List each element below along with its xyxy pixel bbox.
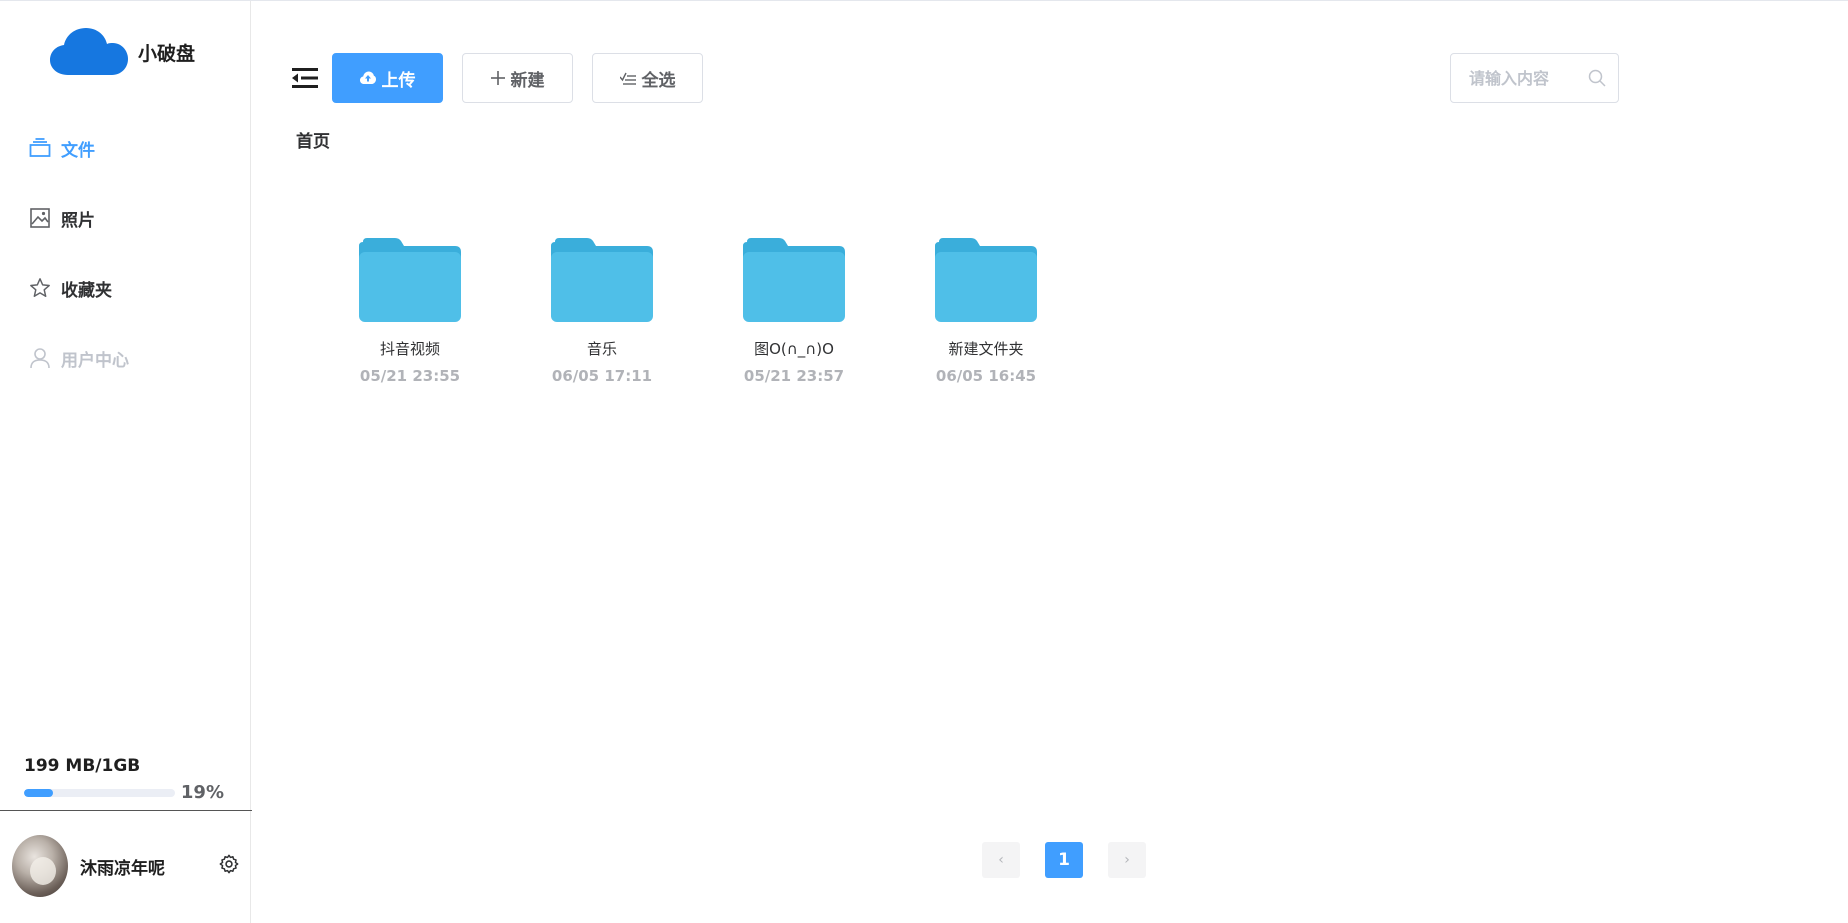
- sidebar-item-files[interactable]: 文件: [0, 113, 250, 183]
- sidebar-nav: 文件 照片 收藏夹 用户中心: [0, 113, 250, 393]
- app-window: 小破盘 文件 照片 收藏夹 用户中心 199 MB/1GB 19% 沐雨凉年呢 …: [0, 0, 1848, 923]
- page-number-button[interactable]: 1: [1045, 842, 1083, 878]
- storage-bar-row: 19%: [24, 782, 224, 803]
- storage-progress-bar: [24, 788, 175, 797]
- file-date: 06/05 16:45: [935, 367, 1037, 385]
- avatar[interactable]: [12, 835, 68, 897]
- star-icon: [29, 277, 51, 299]
- file-date: 05/21 23:57: [743, 367, 845, 385]
- select-all-button[interactable]: 全选: [592, 53, 703, 103]
- file-date: 06/05 17:11: [551, 367, 653, 385]
- new-button[interactable]: 新建: [462, 53, 573, 103]
- folder-icon: [935, 238, 1037, 322]
- main-content: 上传 新建 全选 首页 抖音: [252, 1, 1848, 923]
- folder-item[interactable]: 抖音视频 05/21 23:55: [314, 238, 506, 385]
- pagination: ‹ 1 ›: [982, 842, 1171, 878]
- search-input[interactable]: [1469, 68, 1579, 88]
- folder-icon: [551, 238, 653, 322]
- file-grid: 抖音视频 05/21 23:55 音乐 06/05 17:11 图O(∩_∩)O…: [314, 238, 1082, 385]
- search-box: [1450, 53, 1619, 103]
- sidebar-item-label: 用户中心: [61, 350, 129, 371]
- menu-fold-icon[interactable]: [292, 65, 318, 91]
- file-name: 抖音视频: [379, 340, 440, 358]
- upload-button[interactable]: 上传: [332, 53, 443, 103]
- storage-text: 199 MB/1GB: [24, 756, 141, 776]
- file-name: 新建文件夹: [948, 340, 1024, 358]
- folder-icon: [743, 238, 845, 322]
- next-page-button[interactable]: ›: [1108, 842, 1146, 878]
- breadcrumb-home[interactable]: 首页: [296, 132, 330, 152]
- sidebar-item-photos[interactable]: 照片: [0, 183, 250, 253]
- sidebar-item-user-center[interactable]: 用户中心: [0, 323, 250, 393]
- prev-page-button[interactable]: ‹: [982, 842, 1020, 878]
- select-all-label: 全选: [641, 70, 676, 91]
- chevron-right-icon: ›: [1124, 852, 1130, 868]
- app-title: 小破盘: [138, 42, 196, 65]
- plus-icon: [490, 71, 505, 85]
- cloud-upload-icon: [359, 71, 376, 85]
- storage-percent: 19%: [180, 782, 224, 803]
- file-stack-icon: [29, 137, 51, 159]
- upload-label: 上传: [381, 70, 416, 91]
- sidebar: 小破盘 文件 照片 收藏夹 用户中心 199 MB/1GB 19% 沐雨凉年呢: [0, 1, 252, 923]
- folder-icon: [359, 238, 461, 322]
- file-name: 图O(∩_∩)O: [754, 340, 834, 358]
- sidebar-item-label: 照片: [61, 210, 95, 231]
- sidebar-item-label: 收藏夹: [61, 280, 112, 301]
- storage-usage: 199 MB/1GB 19%: [24, 756, 224, 803]
- new-label: 新建: [510, 70, 545, 91]
- logo[interactable]: 小破盘: [50, 27, 195, 77]
- user-panel: 沐雨凉年呢: [12, 835, 240, 897]
- storage-progress-fill: [24, 788, 53, 797]
- folder-item[interactable]: 音乐 06/05 17:11: [506, 238, 698, 385]
- sidebar-item-favorites[interactable]: 收藏夹: [0, 253, 250, 323]
- chevron-left-icon: ‹: [998, 852, 1004, 868]
- sidebar-item-label: 文件: [61, 140, 95, 161]
- cloud-logo-icon: [50, 28, 128, 75]
- checklist-icon: [619, 71, 636, 85]
- file-date: 05/21 23:55: [359, 367, 461, 385]
- search-icon[interactable]: [1588, 69, 1606, 87]
- gear-icon[interactable]: [218, 853, 240, 879]
- toolbar: 上传 新建 全选: [292, 53, 703, 103]
- user-icon: [29, 347, 51, 369]
- file-name: 音乐: [586, 340, 617, 358]
- breadcrumb: 首页: [296, 127, 330, 152]
- folder-item[interactable]: 图O(∩_∩)O 05/21 23:57: [698, 238, 890, 385]
- image-icon: [29, 207, 51, 229]
- username: 沐雨凉年呢: [80, 858, 165, 879]
- divider: [0, 810, 252, 811]
- folder-item[interactable]: 新建文件夹 06/05 16:45: [890, 238, 1082, 385]
